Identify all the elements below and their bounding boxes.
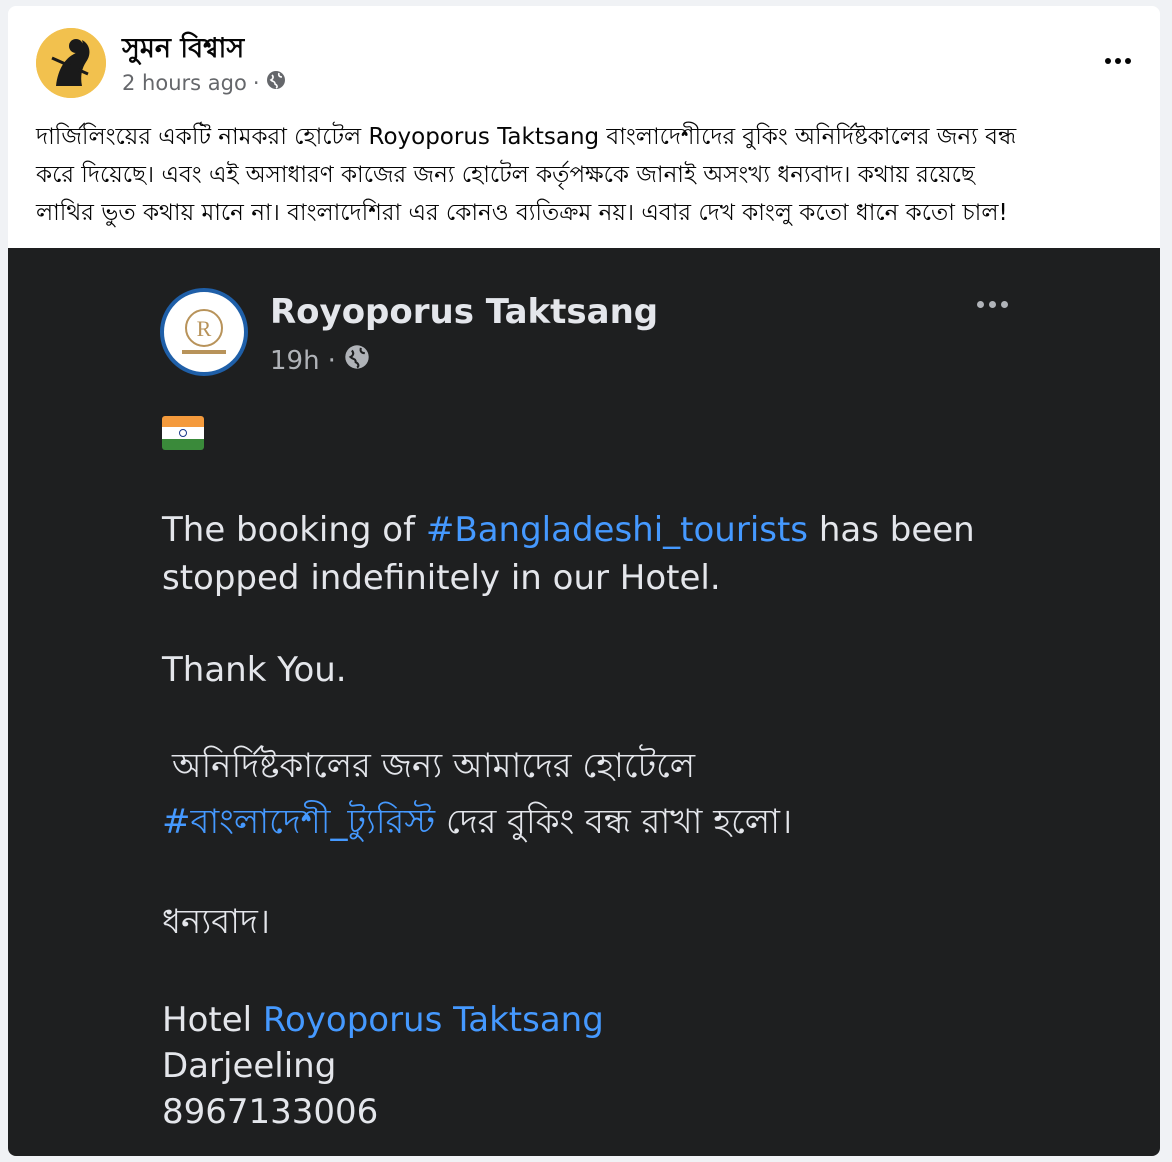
globe-icon — [344, 344, 370, 377]
post-text: দার্জিলিংয়ের একটি নামকরা হোটেল Royoporu… — [36, 118, 1136, 232]
author-avatar[interactable] — [36, 28, 106, 98]
thank-you-text: Thank You. — [162, 650, 347, 690]
meta-separator: · — [252, 70, 260, 95]
bengali-announcement-line: অনির্দিষ্টকালের জন্য আমাদের হোটেলে — [172, 746, 696, 786]
post-header: সুমন বিশ্বাস 2 hours ago · — [8, 6, 1160, 116]
shared-post-meta: 19h · — [270, 344, 370, 377]
more-dot — [1125, 58, 1131, 64]
announcement-text: The booking of — [162, 510, 426, 550]
signature-line: Hotel Royoporus Taktsang — [162, 996, 604, 1044]
shared-post-time: 19h — [270, 345, 320, 376]
signature-city: Darjeeling — [162, 1046, 337, 1086]
more-dot — [1000, 300, 1008, 308]
more-dot — [976, 300, 984, 308]
post-card: সুমন বিশ্বাস 2 hours ago · দার্জিলিংয়ের… — [8, 6, 1160, 1156]
bengali-hashtag-link: #বাংলাদেশী_ট্যুরিস্ট — [162, 802, 436, 842]
bengali-announcement-line: #বাংলাদেশী_ট্যুরিস্ট দের বুকিং বন্ধ রাখা… — [162, 798, 792, 846]
signature-text: Hotel — [162, 1000, 263, 1040]
bengali-text: দের বুকিং বন্ধ রাখা হলো। — [435, 802, 793, 842]
announcement-line: stopped indefinitely in our Hotel. — [162, 558, 721, 598]
author-name[interactable]: সুমন বিশ্বাস — [122, 28, 244, 73]
more-dot — [988, 300, 996, 308]
post-text-line: করে দিয়েছে। এবং এই অসাধারণ কাজের জন্য হ… — [36, 162, 975, 188]
post-meta: 2 hours ago · — [122, 70, 286, 95]
shared-options-icon — [970, 294, 1014, 314]
hashtag-link: #Bangladeshi_tourists — [425, 510, 809, 550]
announcement-line: The booking of #Bangladeshi_tourists has… — [162, 506, 975, 554]
meta-separator: · — [327, 345, 336, 376]
hotel-page-name: Royoporus Taktsang — [270, 292, 659, 332]
more-dot — [1105, 58, 1111, 64]
bengali-thanks-text: ধন্যবাদ। — [162, 902, 271, 942]
more-dot — [1115, 58, 1121, 64]
india-flag-icon — [162, 416, 204, 450]
globe-icon[interactable] — [266, 70, 286, 95]
signature-phone: 8967133006 — [162, 1092, 379, 1132]
shared-screenshot[interactable]: R Royoporus Taktsang 19h · The booking o… — [8, 248, 1160, 1156]
svg-text:R: R — [197, 316, 212, 341]
hotel-logo-avatar: R — [160, 288, 248, 376]
post-time[interactable]: 2 hours ago — [122, 71, 247, 95]
announcement-text: has been — [808, 510, 975, 550]
post-text-line: দার্জিলিংয়ের একটি নামকরা হোটেল Royoporu… — [36, 124, 1017, 150]
post-options-button[interactable] — [1098, 46, 1138, 76]
post-text-line: লাথির ভুত কথায় মানে না। বাংলাদেশিরা এর … — [36, 200, 1008, 226]
hotel-name-link: Royoporus Taktsang — [262, 1000, 604, 1040]
